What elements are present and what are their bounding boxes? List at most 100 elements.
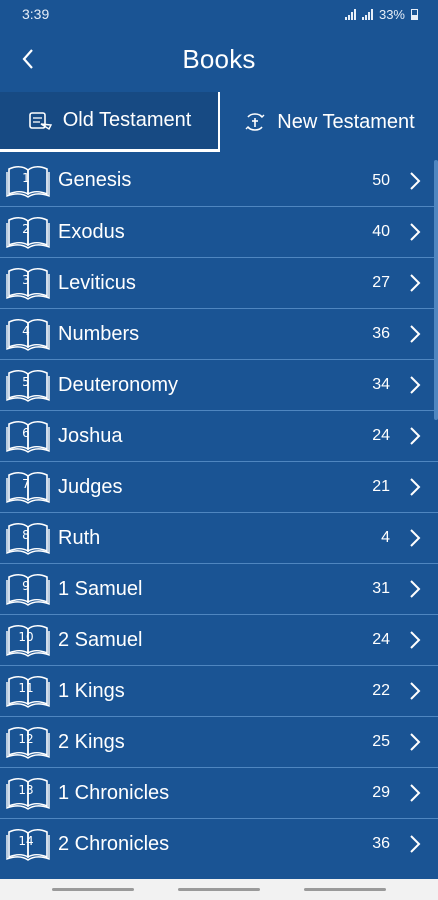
chapter-count: 36 bbox=[372, 835, 390, 852]
chapter-count: 27 bbox=[372, 274, 390, 291]
book-row[interactable]: 5 Deuteronomy 34 bbox=[0, 359, 438, 410]
back-button[interactable] bbox=[8, 38, 48, 80]
chapter-count: 22 bbox=[372, 682, 390, 699]
signal-icon bbox=[361, 8, 373, 20]
cross-book-icon bbox=[245, 113, 265, 131]
open-book-icon: 12 bbox=[6, 724, 52, 760]
book-number: 8 bbox=[22, 528, 30, 542]
chevron-right-icon bbox=[408, 171, 422, 191]
chevron-right-icon bbox=[408, 273, 422, 293]
book-row[interactable]: 12 2 Kings 25 bbox=[0, 716, 438, 767]
chevron-right-icon bbox=[408, 732, 422, 752]
book-number: 5 bbox=[22, 375, 30, 389]
book-number: 9 bbox=[22, 579, 30, 593]
open-book-icon: 10 bbox=[6, 622, 52, 658]
book-name: Judges bbox=[58, 475, 123, 498]
tab-old-testament[interactable]: Old Testament bbox=[0, 92, 220, 152]
book-name: Deuteronomy bbox=[58, 373, 179, 396]
book-number: 10 bbox=[18, 630, 34, 644]
chevron-right-icon bbox=[408, 681, 422, 701]
chevron-right-icon bbox=[408, 324, 422, 344]
open-book-icon: 5 bbox=[6, 367, 52, 403]
book-name: Ruth bbox=[58, 526, 101, 549]
book-row[interactable]: 7 Judges 21 bbox=[0, 461, 438, 512]
book-row[interactable]: 8 Ruth 4 bbox=[0, 512, 438, 563]
book-number: 3 bbox=[22, 273, 30, 287]
chevron-right-icon bbox=[408, 630, 422, 650]
chapter-count: 21 bbox=[372, 478, 390, 495]
book-name: Joshua bbox=[58, 424, 123, 447]
open-book-icon: 14 bbox=[6, 826, 52, 862]
chevron-right-icon bbox=[408, 834, 422, 854]
home-button[interactable] bbox=[178, 888, 260, 891]
scrollbar[interactable] bbox=[434, 160, 438, 420]
book-row[interactable]: 4 Numbers 36 bbox=[0, 308, 438, 359]
chapter-count: 4 bbox=[381, 529, 390, 546]
chapter-count: 40 bbox=[372, 223, 390, 240]
tab-label: Old Testament bbox=[62, 109, 192, 131]
chevron-right-icon bbox=[408, 528, 422, 548]
book-row[interactable]: 9 1 Samuel 31 bbox=[0, 563, 438, 614]
book-name: 2 Chronicles bbox=[58, 832, 170, 855]
book-name: Leviticus bbox=[58, 271, 136, 294]
chapter-count: 34 bbox=[372, 376, 390, 393]
chevron-right-icon bbox=[408, 477, 422, 497]
open-book-icon: 11 bbox=[6, 673, 52, 709]
open-book-icon: 6 bbox=[6, 418, 52, 454]
book-row[interactable]: 11 1 Kings 22 bbox=[0, 665, 438, 716]
book-name: Exodus bbox=[58, 220, 125, 243]
book-row[interactable]: 10 2 Samuel 24 bbox=[0, 614, 438, 665]
book-number: 1 bbox=[22, 170, 30, 185]
chapter-count: 29 bbox=[372, 784, 390, 801]
book-name: 1 Samuel bbox=[58, 577, 143, 600]
book-number: 2 bbox=[22, 222, 30, 236]
chapter-count: 50 bbox=[372, 171, 390, 189]
book-name: 2 Kings bbox=[58, 730, 125, 753]
battery-icon bbox=[411, 8, 418, 20]
chevron-right-icon bbox=[408, 783, 422, 803]
page-title: Books bbox=[182, 43, 256, 74]
chevron-right-icon bbox=[408, 426, 422, 446]
chapter-count: 31 bbox=[372, 580, 390, 597]
recent-apps-button[interactable] bbox=[52, 888, 134, 891]
book-name: Numbers bbox=[58, 322, 140, 345]
open-book-icon: 8 bbox=[6, 520, 52, 556]
book-row[interactable]: 3 Leviticus 27 bbox=[0, 257, 438, 308]
open-book-icon: 7 bbox=[6, 469, 52, 505]
signal-icon bbox=[344, 8, 356, 20]
tab-new-testament[interactable]: New Testament bbox=[220, 92, 438, 152]
book-row[interactable]: 6 Joshua 24 bbox=[0, 410, 438, 461]
book-number: 4 bbox=[22, 324, 30, 338]
status-bar: 3:39 33% bbox=[0, 0, 438, 28]
book-list: 1 Genesis 50 2 Exodus 40 3 Leviticus 27 4 Numbers 3… bbox=[0, 155, 438, 879]
book-name: 1 Kings bbox=[58, 679, 125, 702]
testament-tabs: Old Testament New Testament bbox=[0, 92, 438, 152]
book-row[interactable]: 13 1 Chronicles 29 bbox=[0, 767, 438, 818]
open-book-icon: 2 bbox=[6, 214, 52, 250]
scroll-book-icon bbox=[28, 111, 52, 130]
book-row[interactable]: 2 Exodus 40 bbox=[0, 206, 438, 257]
open-book-icon: 9 bbox=[6, 571, 52, 607]
open-book-icon: 4 bbox=[6, 316, 52, 352]
status-time: 3:39 bbox=[22, 6, 50, 22]
tab-label: New Testament bbox=[277, 110, 415, 133]
book-name: 1 Chronicles bbox=[58, 781, 170, 804]
chapter-count: 24 bbox=[372, 427, 390, 444]
book-number: 14 bbox=[18, 834, 34, 848]
chevron-right-icon bbox=[408, 579, 422, 599]
chevron-right-icon bbox=[408, 222, 422, 242]
open-book-icon: 3 bbox=[6, 265, 52, 301]
chapter-count: 36 bbox=[372, 325, 390, 342]
book-number: 13 bbox=[18, 783, 34, 797]
app-bar: Books bbox=[0, 28, 438, 90]
book-number: 12 bbox=[18, 732, 34, 746]
book-row[interactable]: 1 Genesis 50 bbox=[0, 155, 438, 206]
open-book-icon: 13 bbox=[6, 775, 52, 811]
book-number: 7 bbox=[22, 477, 30, 491]
system-back-button[interactable] bbox=[304, 888, 386, 891]
system-nav-bar bbox=[0, 879, 438, 900]
book-name: Genesis bbox=[58, 169, 132, 191]
book-number: 11 bbox=[18, 681, 34, 695]
chevron-left-icon bbox=[22, 49, 33, 69]
book-row[interactable]: 14 2 Chronicles 36 bbox=[0, 818, 438, 869]
